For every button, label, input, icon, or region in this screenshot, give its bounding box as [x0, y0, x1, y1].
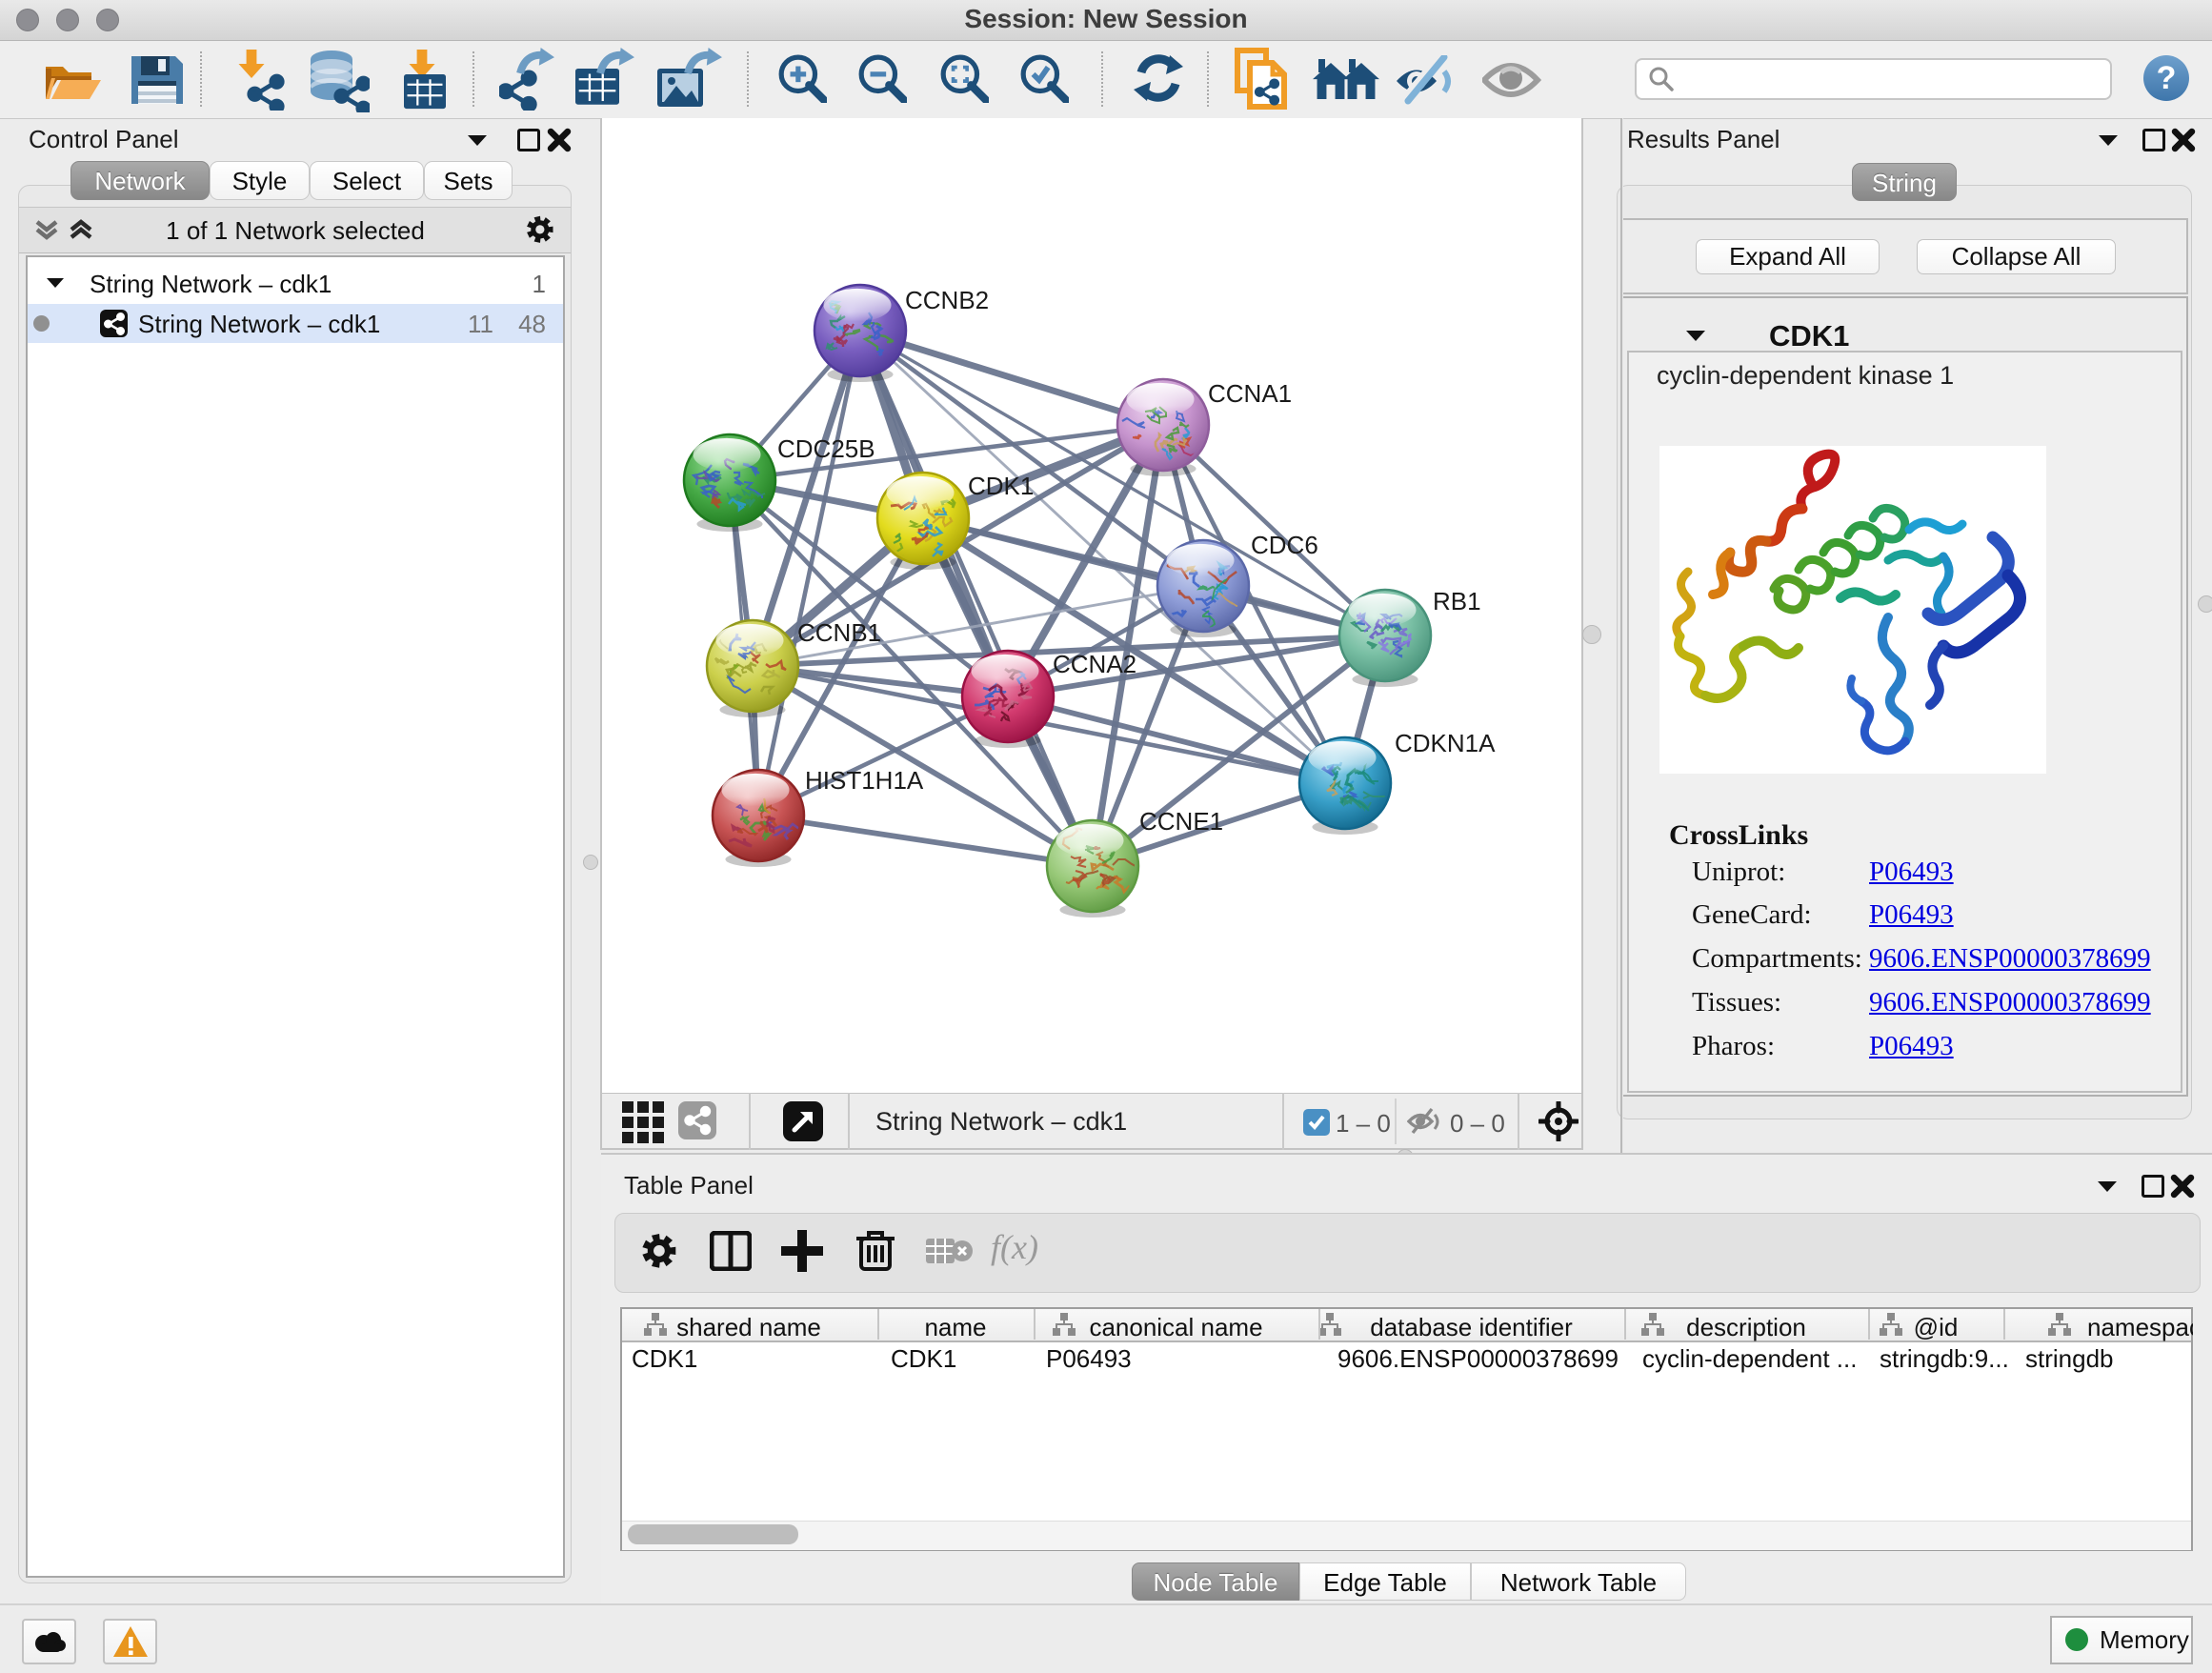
- svg-text:CCNA1: CCNA1: [1208, 379, 1292, 408]
- svg-text:CCNB2: CCNB2: [905, 286, 989, 314]
- svg-text:CDK1: CDK1: [968, 472, 1034, 500]
- svg-text:CDC25B: CDC25B: [777, 434, 875, 463]
- svg-text:CDKN1A: CDKN1A: [1395, 729, 1496, 757]
- svg-text:CCNB1: CCNB1: [797, 618, 881, 647]
- svg-text:RB1: RB1: [1433, 587, 1481, 615]
- svg-text:CCNE1: CCNE1: [1139, 807, 1223, 836]
- svg-text:CDC6: CDC6: [1251, 531, 1318, 559]
- svg-text:CCNA2: CCNA2: [1053, 650, 1136, 678]
- svg-text:HIST1H1A: HIST1H1A: [805, 766, 924, 795]
